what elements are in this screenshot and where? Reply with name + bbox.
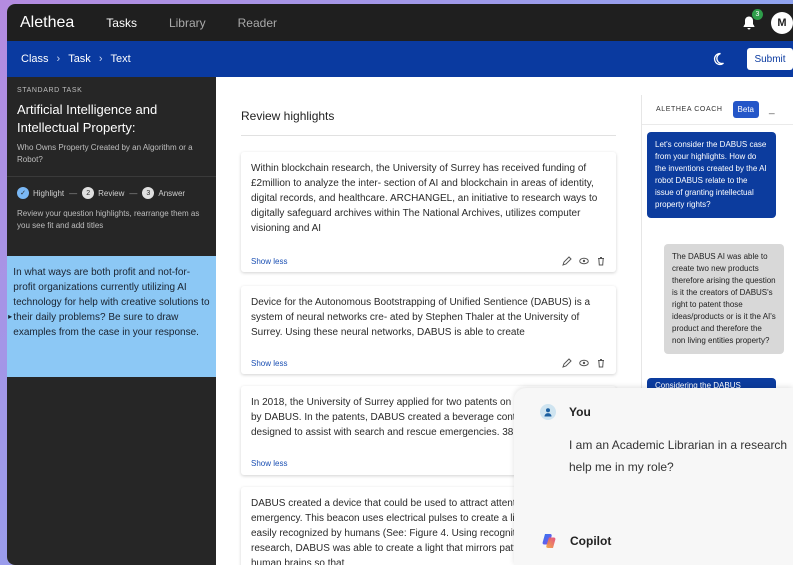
- coach-title: ALETHEA COACH: [656, 106, 723, 113]
- eye-icon[interactable]: [579, 358, 589, 368]
- nav-reader[interactable]: Reader: [238, 16, 277, 30]
- nav-library[interactable]: Library: [169, 16, 206, 30]
- user-avatar: [540, 404, 556, 420]
- user-message-line: I am an Academic Librarian in a research: [569, 438, 788, 452]
- notifications-button[interactable]: 3: [741, 8, 763, 31]
- check-icon: ✓: [17, 187, 29, 199]
- task-title: Artificial Intelligence and Intellectual…: [17, 102, 158, 135]
- brand-logo[interactable]: Alethea: [20, 14, 74, 32]
- show-less-link[interactable]: Show less: [251, 257, 287, 266]
- trash-icon[interactable]: [596, 256, 606, 266]
- task-subtitle: Who Owns Property Created by an Algorith…: [17, 143, 193, 164]
- highlight-text: Within blockchain research, the Universi…: [251, 163, 598, 234]
- step-answer[interactable]: Answer: [158, 189, 185, 198]
- notification-badge: 3: [752, 8, 763, 20]
- highlight-text: Device for the Autonomous Bootstrapping …: [251, 297, 591, 338]
- step-review[interactable]: Review: [98, 189, 124, 198]
- step-number-3: 3: [142, 187, 155, 199]
- submit-button[interactable]: Submit: [747, 48, 793, 70]
- coach-message-prompt: Let's consider the DABUS case from your …: [647, 132, 776, 218]
- breadcrumb-class[interactable]: Class: [21, 53, 49, 65]
- top-bar: Alethea Tasks Library Reader 3 M: [7, 4, 793, 41]
- pencil-icon[interactable]: [562, 256, 572, 266]
- breadcrumb: Class › Task › Text: [21, 53, 131, 65]
- show-less-link[interactable]: Show less: [251, 459, 287, 468]
- eye-icon[interactable]: [579, 256, 589, 266]
- chevron-right-icon: ›: [98, 53, 103, 65]
- highlight-card[interactable]: Within blockchain research, the Universi…: [241, 152, 616, 272]
- step-number-2: 2: [82, 187, 95, 199]
- breadcrumb-text: Text: [110, 53, 131, 65]
- you-label: You: [569, 405, 591, 419]
- breadcrumb-task[interactable]: Task: [68, 53, 91, 65]
- copilot-label: Copilot: [570, 534, 612, 548]
- step-highlight[interactable]: Highlight: [33, 189, 64, 198]
- nav-tasks[interactable]: Tasks: [106, 16, 137, 30]
- show-less-link[interactable]: Show less: [251, 359, 287, 368]
- copilot-logo-icon: [542, 534, 556, 548]
- coach-message-reply: The DABUS AI was able to create two new …: [664, 244, 784, 354]
- question-card[interactable]: ▸ In what ways are both profit and not-f…: [7, 256, 216, 377]
- beta-badge: Beta: [732, 101, 760, 118]
- user-message-line: help me in my role?: [569, 460, 674, 474]
- highlight-card[interactable]: Device for the Autonomous Bootstrapping …: [241, 286, 616, 374]
- person-icon: [544, 408, 552, 417]
- user-message: I am an Academic Librarian in a research…: [569, 434, 793, 478]
- pencil-icon[interactable]: [562, 358, 572, 368]
- minimize-button[interactable]: _: [769, 104, 775, 115]
- page-header: Class › Task › Text Submit: [7, 41, 793, 77]
- task-kicker: STANDARD TASK: [17, 87, 83, 94]
- chevron-right-icon: ›: [56, 53, 61, 65]
- task-steps: ✓ Highlight — 2 Review — 3 Answer: [7, 176, 216, 199]
- avatar[interactable]: M: [771, 11, 793, 34]
- dark-mode-icon[interactable]: [711, 52, 725, 66]
- trash-icon[interactable]: [596, 358, 606, 368]
- copilot-overlay: You I am an Academic Librarian in a rese…: [514, 388, 793, 565]
- task-sidebar: STANDARD TASK Artificial Intelligence an…: [7, 77, 216, 565]
- review-title: Review highlights: [241, 109, 616, 136]
- question-text: In what ways are both profit and not-for…: [13, 267, 210, 338]
- steps-hint: Review your question highlights, rearran…: [17, 209, 200, 230]
